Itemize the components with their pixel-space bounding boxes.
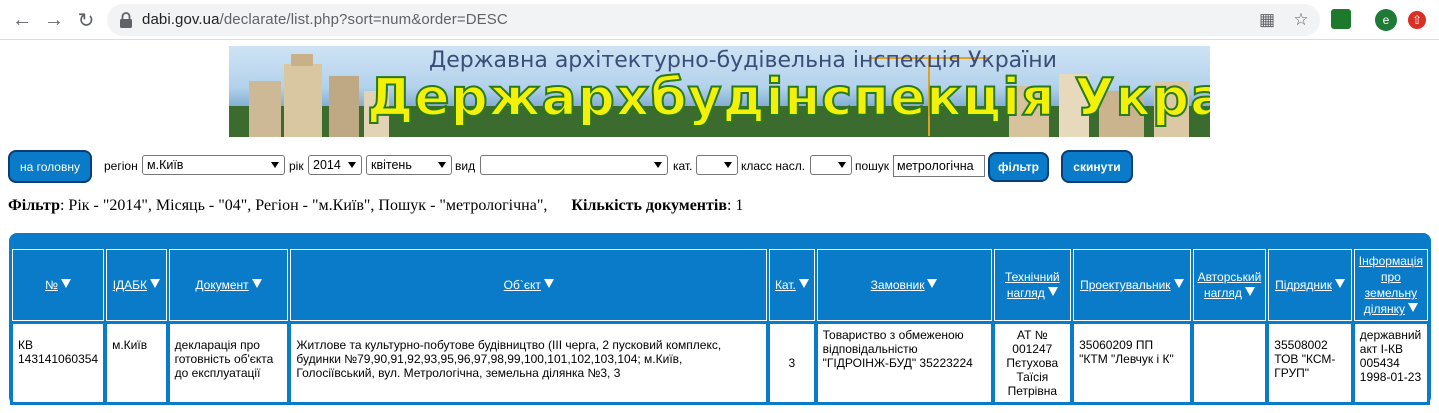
- column-header-category[interactable]: Кат.: [769, 249, 815, 321]
- column-header-object[interactable]: Об`єкт: [290, 249, 768, 321]
- sort-arrow-icon[interactable]: [1047, 287, 1058, 296]
- star-icon[interactable]: ☆: [1291, 10, 1311, 30]
- cell-land-info: державний акт І-КВ 005434 1998-01-23: [1353, 323, 1428, 403]
- profile-avatar[interactable]: e: [1375, 9, 1397, 31]
- sort-arrow-icon[interactable]: [798, 279, 809, 288]
- cell-author-supervision: [1192, 323, 1267, 403]
- sort-arrow-icon[interactable]: [543, 279, 554, 288]
- column-header-contractor[interactable]: Підрядник: [1268, 249, 1352, 321]
- back-arrow-icon[interactable]: ←: [8, 6, 36, 34]
- url-text: dabi.gov.ua/declarate/list.php?sort=num&…: [142, 11, 508, 28]
- cell-contractor: 35508002 ТОВ "КСМ-ГРУП": [1268, 323, 1352, 403]
- home-button[interactable]: на головну: [8, 150, 92, 183]
- table-row: КВ 143141060354 м.Київ декларація про го…: [12, 323, 1428, 403]
- cell-customer: Товариство з обмеженою відповідальністю …: [816, 323, 992, 403]
- class-select[interactable]: [810, 155, 852, 175]
- sort-arrow-icon[interactable]: [150, 279, 161, 288]
- cell-object: Житлове та культурно-побутове будівництв…: [290, 323, 768, 403]
- browser-toolbar: ← → ↻ dabi.gov.ua/declarate/list.php?sor…: [0, 0, 1439, 40]
- column-header-idabk[interactable]: ІДАБК: [106, 249, 167, 321]
- year-select[interactable]: 2014: [308, 155, 362, 175]
- translate-icon[interactable]: ▦: [1257, 10, 1277, 30]
- cell-category: 3: [769, 323, 815, 403]
- column-header-designer[interactable]: Проектувальник: [1073, 249, 1191, 321]
- region-select[interactable]: м.Київ: [142, 155, 285, 175]
- kind-label: вид: [455, 159, 476, 173]
- banner-title: Держархбудінспекція України: [366, 67, 1210, 129]
- document-count-label: Кількість документів: [571, 197, 727, 214]
- sort-arrow-icon[interactable]: [1407, 303, 1418, 312]
- column-header-num[interactable]: №: [12, 249, 105, 321]
- kind-select[interactable]: [480, 155, 668, 175]
- cell-designer: 35060209 ПП "КТМ "Левчук і К": [1073, 323, 1191, 403]
- filter-button[interactable]: фільтр: [988, 152, 1049, 182]
- sort-arrow-icon[interactable]: [1334, 279, 1345, 288]
- year-label: рік: [289, 159, 304, 173]
- region-label: регіон: [104, 159, 138, 173]
- column-header-customer[interactable]: Замовник: [816, 249, 992, 321]
- update-icon[interactable]: ⇧: [1408, 11, 1426, 29]
- cell-num: КВ 143141060354: [12, 323, 105, 403]
- address-bar[interactable]: dabi.gov.ua/declarate/list.php?sort=num&…: [107, 4, 1320, 36]
- extension-icon[interactable]: [1331, 9, 1351, 29]
- category-label: кат.: [673, 159, 693, 173]
- column-header-author-supervision[interactable]: Авторський нагляд: [1192, 249, 1267, 321]
- reload-icon[interactable]: ↻: [72, 6, 100, 34]
- column-header-tech-supervision[interactable]: Технічний нагляд: [993, 249, 1072, 321]
- document-count-value: : 1: [726, 197, 744, 214]
- filter-summary-text: : Рік - "2014", Місяць - "04", Регіон - …: [59, 197, 548, 214]
- declarations-table: № ІДАБК Документ Об`єкт Кат. Замовник Те…: [10, 247, 1430, 405]
- column-header-land-info[interactable]: Інформація про земельну ділянку: [1353, 249, 1428, 321]
- search-label: пошук: [855, 159, 890, 173]
- filter-bar: на головну регіон м.Київ рік 2014 квітен…: [8, 150, 1438, 184]
- declarations-table-container: № ІДАБК Документ Об`єкт Кат. Замовник Те…: [9, 233, 1431, 413]
- site-banner: Державна архітектурно-будівельна інспекц…: [229, 46, 1210, 137]
- sort-arrow-icon[interactable]: [1173, 279, 1184, 288]
- sort-arrow-icon[interactable]: [60, 279, 71, 288]
- column-header-document[interactable]: Документ: [168, 249, 289, 321]
- search-input[interactable]: метрологічна: [893, 155, 985, 177]
- sort-arrow-icon[interactable]: [251, 279, 262, 288]
- category-select[interactable]: [696, 155, 738, 175]
- cell-tech-supervision: АТ № 001247 Пєтухова Таїсія Петрівна: [993, 323, 1072, 403]
- reset-button[interactable]: скинути: [1061, 150, 1133, 183]
- filter-summary-label: Фільтр: [8, 197, 60, 214]
- class-label: класс насл.: [741, 159, 806, 173]
- cell-idabk: м.Київ: [106, 323, 167, 403]
- sort-arrow-icon[interactable]: [1244, 287, 1255, 296]
- forward-arrow-icon[interactable]: →: [40, 6, 68, 34]
- sort-arrow-icon[interactable]: [927, 279, 938, 288]
- month-select[interactable]: квітень: [366, 155, 452, 175]
- lock-icon: [120, 12, 132, 28]
- filter-summary: Фільтр: Рік - "2014", Місяць - "04", Рег…: [8, 197, 743, 215]
- table-footer: [11, 405, 1429, 413]
- table-header-row: № ІДАБК Документ Об`єкт Кат. Замовник Те…: [12, 249, 1428, 321]
- cell-document: декларація про готовність об'єкта до екс…: [168, 323, 289, 403]
